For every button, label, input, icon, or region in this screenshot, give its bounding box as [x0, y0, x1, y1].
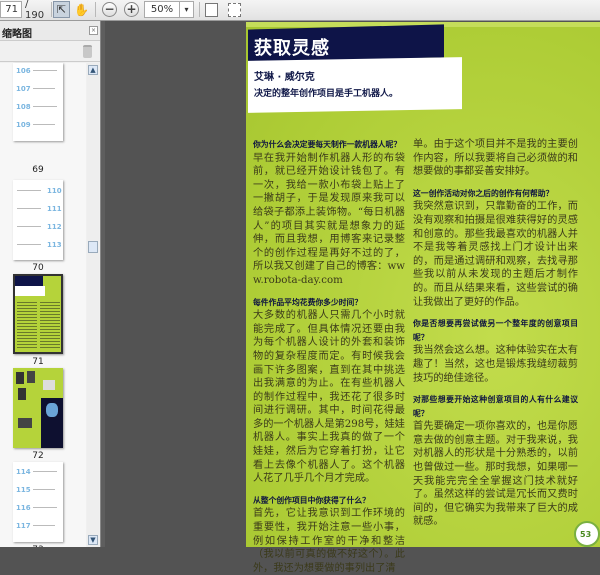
- fit-width-icon[interactable]: [228, 3, 241, 17]
- thumbnail-page-72[interactable]: [13, 368, 63, 448]
- thumbnail-label: 72: [32, 451, 44, 461]
- zoom-level-input[interactable]: 50%: [144, 1, 180, 18]
- panel-toolbar: [0, 42, 100, 62]
- question: 这一创作活动对你之后的创作有何帮助？: [413, 188, 554, 198]
- scrollbar-thumb[interactable]: [88, 241, 98, 253]
- answer: 我突然意识到，只靠勤奋的工作，而没有观察和拍摄是很难获得好的灵感和创意的。那些我…: [413, 201, 578, 308]
- fit-page-icon[interactable]: [205, 3, 218, 17]
- thumbnail-page-70[interactable]: 110 111 112 113: [13, 180, 63, 260]
- close-panel-button[interactable]: ×: [89, 26, 98, 35]
- panel-header: 缩略图 ×: [0, 21, 100, 41]
- thumbnail-panel: 缩略图 × 106 107 108 109 69 110 111 112 113…: [0, 21, 101, 547]
- answer-continued: 单。由于这个项目并不是我的主要创作内容，所以我要将自己必须做的和想要做的事都妥善…: [413, 139, 578, 178]
- question: 从整个创作项目中你获得了什么？: [253, 495, 370, 505]
- scroll-down-arrow[interactable]: ▼: [88, 535, 98, 545]
- hand-tool-icon[interactable]: ✋: [73, 1, 90, 18]
- answer: 大多数的机器人只需几个小时就能完成了。但具体情况还要由我为每个机器人设计的外套和…: [253, 310, 405, 485]
- zoom-out-button[interactable]: −: [102, 2, 117, 17]
- question: 你为什么会决定要每天制作一款机器人呢？: [253, 140, 402, 149]
- question: 你是否想要再尝试做另一个整年度的创意项目呢？: [413, 319, 578, 342]
- answer: 首先，它让我意识到工作环境的重要性，我开始注意一些小事，例如保持工作室的干净和整…: [253, 508, 405, 574]
- page-total: / 190: [25, 0, 45, 21]
- question: 每件作品平均花费你多少时间？: [253, 297, 363, 307]
- thumbnail-list: 106 107 108 109 69 110 111 112 113 70 71: [0, 63, 86, 547]
- scroll-up-arrow[interactable]: ▲: [88, 65, 98, 75]
- trash-icon[interactable]: [83, 45, 92, 58]
- thumbnail-scrollbar[interactable]: ▲ ▼: [87, 63, 99, 547]
- left-column: 你为什么会决定要每天制作一款机器人呢？ 早在我开始制作机器人形的布袋前，就已经开…: [253, 138, 405, 575]
- document-page: 获取灵感 艾琳 · 威尔克 决定的整年创作项目是手工机器人。 你为什么会决定要每…: [246, 22, 600, 574]
- zoom-dropdown-icon[interactable]: ▾: [180, 1, 194, 18]
- article-title: 获取灵感: [254, 38, 330, 59]
- panel-title: 缩略图: [2, 29, 32, 40]
- question: 对那些想要开始这种创意项目的人有什么建议呢？: [413, 395, 578, 418]
- article-subtitle: 决定的整年创作项目是手工机器人。: [254, 89, 399, 99]
- select-tool-icon[interactable]: ⇱: [53, 1, 70, 18]
- zoom-in-button[interactable]: +: [124, 2, 139, 17]
- panel-splitter[interactable]: [101, 21, 105, 547]
- article-author: 艾琳 · 威尔克: [254, 72, 315, 83]
- answer: 首先要确定一项你喜欢的，也是你愿意去做的创意主题。对于我来说，我对机器人的形状是…: [413, 421, 578, 528]
- thumbnail-label: 69: [32, 165, 44, 175]
- subtitle-box: [248, 57, 462, 113]
- thumbnail-page-71[interactable]: [13, 274, 63, 354]
- toolbar: 71 / 190 ⇱ ✋ − + 50% ▾: [0, 0, 600, 21]
- answer: 我当然会这么想。这种体验实在太有趣了！当然，这也是锻炼我缝纫裁剪技巧的绝佳途径。: [413, 345, 578, 384]
- right-column: 单。由于这个项目并不是我的主要创作内容，所以我要将自己必须做的和想要做的事都妥善…: [413, 138, 578, 529]
- thumbnail-label: 70: [32, 263, 44, 273]
- answer: 早在我开始制作机器人形的布袋前，就已经开始设计钱包了。有一次，我给一款小布袋上贴…: [253, 152, 405, 286]
- page-number-badge: 53: [574, 521, 600, 547]
- thumbnail-page-69[interactable]: 106 107 108 109: [13, 63, 63, 141]
- thumbnail-label: 71: [32, 357, 44, 367]
- page-number-input[interactable]: 71: [0, 1, 22, 18]
- thumbnail-page-73[interactable]: 114 115 116 117: [13, 462, 63, 542]
